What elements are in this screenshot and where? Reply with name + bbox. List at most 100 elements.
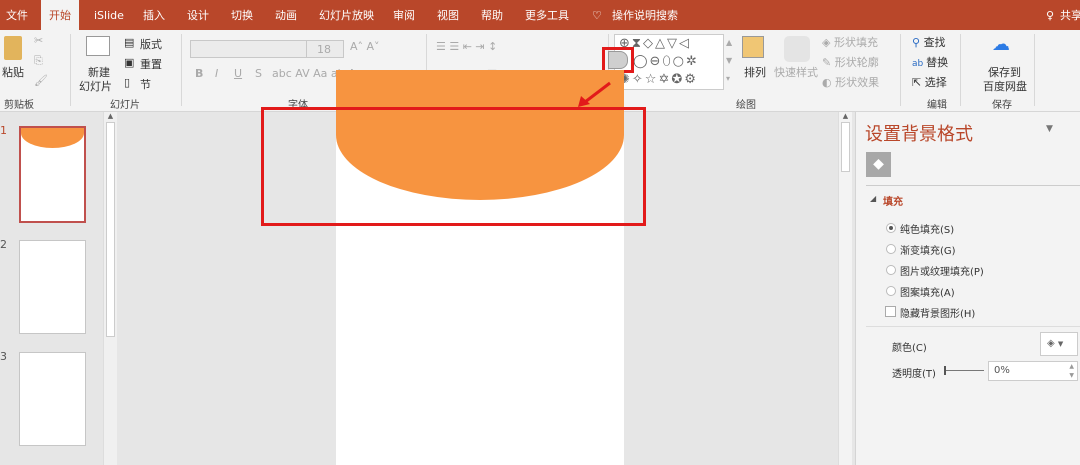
new-slide-label[interactable]: 幻灯片 [79,78,112,94]
hide-bg-label[interactable]: 隐藏背景图形(H) [900,305,975,320]
font-size-value: 18 [317,43,331,56]
select-label: 选择 [924,76,947,89]
gradient-fill-label[interactable]: 渐变填充(G) [900,242,956,257]
group-label-slides: 幻灯片 [110,100,140,111]
format-painter-icon[interactable]: 🖌 [34,74,48,87]
radio-solid-fill[interactable] [886,223,896,233]
transparency-label: 透明度(T) [892,369,936,380]
pattern-fill-label[interactable]: 图案填充(A) [900,284,955,299]
shape-icons-row2[interactable]: ◯⊖⬯○✲ [633,54,699,69]
reset-button[interactable]: 重置 [140,56,162,72]
shape-icons-row3[interactable]: ✺✧☆✡✪⚙ [619,72,698,87]
quick-styles-icon [784,36,810,62]
fill-bucket-icon[interactable]: ◆ [866,152,891,177]
solid-fill-label[interactable]: 纯色填充(S) [900,221,954,236]
tab-more-tools[interactable]: 更多工具 [525,0,569,30]
find-label: 查找 [923,36,946,49]
divider [866,326,1080,327]
scroll-thumb[interactable] [106,122,115,337]
tab-insert[interactable]: 插入 [143,0,165,30]
list-icons[interactable]: ☰ ☰ ⇤ ⇥ ↕ [436,40,497,53]
tab-view[interactable]: 视图 [437,0,459,30]
pane-title: 设置背景格式 [865,124,973,145]
hide-bg-checkbox[interactable] [885,306,896,317]
slide-number: 3 [0,350,7,363]
slide-thumbnails-pane: 1 2 3 ▲ [0,112,118,465]
increase-font-icon[interactable]: A˄ A˅ [350,40,380,53]
bold-button[interactable]: B [195,67,203,80]
save-baidu-label[interactable]: 百度网盘 [983,78,1027,94]
italic-button[interactable]: I [215,67,218,80]
arrange-icon [742,36,764,58]
gallery-scroll[interactable]: ▲ ▼ ▾ [726,34,732,88]
find-button[interactable]: ⚲ 查找 [912,34,946,50]
slider-thumb[interactable] [944,366,946,375]
arrange-button[interactable]: 排列 [744,64,766,80]
copy-icon[interactable]: ⎘ [34,54,43,68]
shape-outline-button[interactable]: ✎ 形状轮廓 [822,54,879,70]
tab-help[interactable]: 帮助 [481,0,503,30]
scroll-up-icon[interactable]: ▲ [104,112,117,120]
reset-icon: ▣ [124,56,135,69]
quick-styles-button[interactable]: 快速样式 [774,64,818,80]
scroll-thumb[interactable] [841,122,850,172]
section-icon: ▯ [124,76,131,89]
picture-fill-label[interactable]: 图片或纹理填充(P) [900,263,984,278]
slide-thumbnail-1[interactable] [19,126,86,223]
tab-file[interactable]: 文件 [6,0,28,30]
replace-icon: ab [912,59,927,69]
divider [866,185,1080,186]
outline-icon: ✎ [822,56,835,69]
paste-icon [4,36,22,60]
underline-button[interactable]: U [234,67,242,80]
shape-outline-label: 形状轮廓 [834,56,879,69]
transparency-slider[interactable] [944,366,984,375]
slide-number: 2 [0,238,7,251]
thumbnails-scrollbar[interactable]: ▲ [103,112,117,465]
scroll-up-icon[interactable]: ▲ [839,112,852,120]
user-icon: ♀ [1046,9,1055,22]
fill-section-header[interactable]: 填充 [883,193,903,208]
shape-effects-label: 形状效果 [835,76,880,89]
select-button[interactable]: ⇱ 选择 [912,74,947,90]
spinner-icon[interactable]: ▲ ▼ [1069,362,1074,380]
radio-gradient-fill[interactable] [886,244,896,254]
tab-review[interactable]: 审阅 [393,0,415,30]
pane-options-chevron-icon[interactable]: ▼ [1046,124,1053,134]
shape-effects-button[interactable]: ◐ 形状效果 [822,74,879,90]
tab-animations[interactable]: 动画 [275,0,297,30]
layout-button[interactable]: 版式 [140,36,162,52]
radio-pattern-fill[interactable] [886,286,896,296]
search-icon: ⚲ [912,36,924,49]
tab-islide[interactable]: iSlide [94,0,124,30]
replace-button[interactable]: ab 替换 [912,54,948,70]
slide-thumbnail-2[interactable] [19,240,86,334]
font-size-field[interactable]: 18 [306,40,344,58]
paste-button[interactable]: 粘贴 [2,64,24,80]
tab-home[interactable]: 开始 [41,0,79,30]
baidu-cloud-icon: ☁ [992,34,1010,55]
tab-design[interactable]: 设计 [187,0,209,30]
share-button[interactable]: 共享 [1060,0,1080,30]
editor-scrollbar[interactable]: ▲ [838,112,852,465]
radio-picture-fill[interactable] [886,265,896,275]
slide-thumbnail-3[interactable] [19,352,86,446]
color-label: 颜色(C) [892,343,927,354]
shape-fill-button[interactable]: ◈ 形状填充 [822,34,878,50]
highlight-slide-box [261,107,646,226]
transparency-input[interactable]: 0% ▲ ▼ [988,361,1078,381]
group-label-drawing: 绘图 [736,100,756,111]
shadow-button[interactable]: S [255,67,262,80]
collapse-triangle-icon[interactable]: ◢ [870,194,876,203]
transparency-value: 0% [994,365,1010,376]
thumb-orange-shape [21,128,84,148]
group-label-editing: 编辑 [927,100,947,111]
tab-transitions[interactable]: 切换 [231,0,253,30]
section-button[interactable]: 节 [140,76,151,92]
cut-icon[interactable]: ✂ [34,34,43,47]
color-picker-button[interactable]: ◈ ▼ [1040,332,1078,356]
tell-me-search[interactable]: 操作说明搜索 [612,0,678,30]
format-background-pane: 设置背景格式 ▼ ◆ ◢ 填充 纯色填充(S) 渐变填充(G) 图片或纹理填充(… [855,112,1080,465]
group-label-save: 保存 [992,100,1012,111]
tab-slideshow[interactable]: 幻灯片放映 [319,0,374,30]
